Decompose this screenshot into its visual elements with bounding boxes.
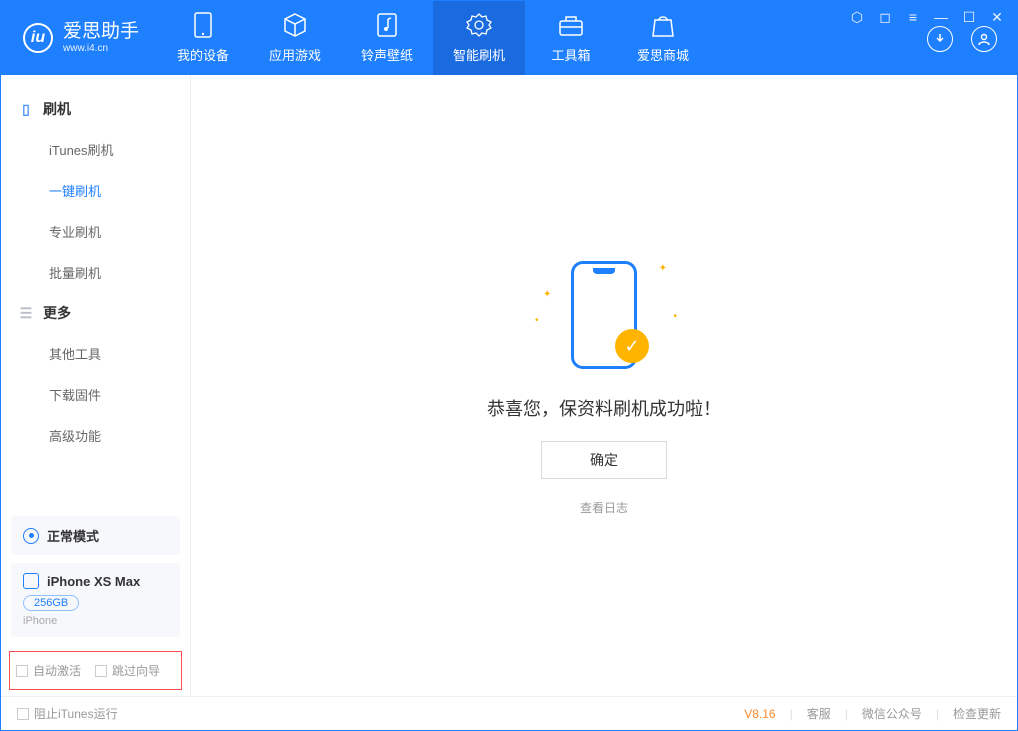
header-right	[927, 26, 1017, 64]
sparkle-icon: ✦	[543, 289, 551, 300]
device-name: iPhone XS Max	[47, 574, 140, 589]
logo-text: 爱思助手 www.i4.cn	[63, 22, 139, 54]
support-link[interactable]: 客服	[807, 705, 831, 722]
main-content: ✦ • ✦ • ✓ 恭喜您，保资料刷机成功啦！ 确定 查看日志	[191, 75, 1017, 696]
version-label: V8.16	[744, 707, 775, 721]
footer: 阻止iTunes运行 V8.16 | 客服 | 微信公众号 | 检查更新	[1, 696, 1017, 730]
mode-card[interactable]: 正常模式	[11, 516, 180, 555]
check-badge-icon: ✓	[615, 329, 649, 363]
sidebar-item-pro[interactable]: 专业刷机	[1, 211, 190, 252]
separator: |	[845, 707, 848, 721]
tab-label: 智能刷机	[453, 45, 505, 64]
sidebar: ▯ 刷机 iTunes刷机 一键刷机 专业刷机 批量刷机 ☰ 更多 其他工具 下…	[1, 75, 191, 696]
checkbox-block-itunes[interactable]: 阻止iTunes运行	[17, 705, 118, 722]
tab-label: 应用游戏	[269, 45, 321, 64]
lock-icon[interactable]: ◻	[877, 9, 893, 26]
menu-icon: ☰	[19, 305, 33, 322]
sparkle-icon: •	[673, 311, 677, 322]
app-window: iu 爱思助手 www.i4.cn 我的设备 应用游戏 铃声壁纸 智能刷机	[0, 0, 1018, 731]
sidebar-item-advanced[interactable]: 高级功能	[1, 415, 190, 456]
success-message: 恭喜您，保资料刷机成功啦！	[487, 395, 721, 421]
device-card[interactable]: iPhone XS Max 256GB iPhone	[11, 563, 180, 637]
sidebar-item-other[interactable]: 其他工具	[1, 333, 190, 374]
sidebar-main: ▯ 刷机 iTunes刷机 一键刷机 专业刷机 批量刷机 ☰ 更多 其他工具 下…	[1, 75, 190, 516]
toolbox-icon	[558, 12, 584, 38]
mode-icon	[23, 528, 39, 544]
group-title: 更多	[43, 303, 71, 323]
app-name-cn: 爱思助手	[63, 22, 139, 43]
gear-icon	[466, 12, 492, 38]
group-title: 刷机	[43, 99, 71, 119]
sidebar-group-flash: ▯ 刷机	[1, 89, 190, 129]
sidebar-item-itunes[interactable]: iTunes刷机	[1, 129, 190, 170]
tab-label: 爱思商城	[637, 45, 689, 64]
checkbox-label: 跳过向导	[112, 662, 160, 679]
bag-icon	[650, 12, 676, 38]
minimize-button[interactable]: ―	[933, 9, 949, 25]
checkbox-icon	[95, 665, 107, 677]
tab-toolbox[interactable]: 工具箱	[525, 1, 617, 75]
phone-icon: ▯	[19, 101, 33, 118]
storage-pill: 256GB	[23, 595, 79, 611]
titlebar-controls: ⬡ ◻ ≡ ― ☐ ✕	[849, 1, 1017, 26]
success-illustration: ✦ • ✦ • ✓	[529, 255, 679, 375]
tab-label: 我的设备	[177, 45, 229, 64]
tab-apps[interactable]: 应用游戏	[249, 1, 341, 75]
header: iu 爱思助手 www.i4.cn 我的设备 应用游戏 铃声壁纸 智能刷机	[1, 1, 1017, 75]
cube-icon	[282, 12, 308, 38]
update-link[interactable]: 检查更新	[953, 705, 1001, 722]
tab-label: 工具箱	[552, 45, 591, 64]
close-button[interactable]: ✕	[989, 9, 1005, 26]
tab-store[interactable]: 爱思商城	[617, 1, 709, 75]
user-button[interactable]	[971, 26, 997, 52]
separator: |	[790, 707, 793, 721]
device-icon	[23, 573, 39, 589]
maximize-button[interactable]: ☐	[961, 9, 977, 26]
device-icon	[190, 12, 216, 38]
checkbox-icon	[16, 665, 28, 677]
device-type: iPhone	[23, 615, 168, 627]
tab-my-device[interactable]: 我的设备	[157, 1, 249, 75]
sidebar-group-more: ☰ 更多	[1, 293, 190, 333]
download-button[interactable]	[927, 26, 953, 52]
menu-icon[interactable]: ≡	[905, 9, 921, 25]
checkbox-skip-guide[interactable]: 跳过向导	[95, 662, 160, 679]
wechat-link[interactable]: 微信公众号	[862, 705, 922, 722]
checkbox-label: 自动激活	[33, 662, 81, 679]
checkbox-icon	[17, 708, 29, 720]
ok-button[interactable]: 确定	[541, 441, 667, 479]
checkbox-label: 阻止iTunes运行	[34, 705, 118, 722]
tab-flash[interactable]: 智能刷机	[433, 1, 525, 75]
mode-label: 正常模式	[47, 526, 99, 545]
separator: |	[936, 707, 939, 721]
tab-label: 铃声壁纸	[361, 45, 413, 64]
sidebar-item-batch[interactable]: 批量刷机	[1, 252, 190, 293]
options-box: 自动激活 跳过向导	[9, 651, 182, 690]
sidebar-item-firmware[interactable]: 下载固件	[1, 374, 190, 415]
checkbox-auto-activate[interactable]: 自动激活	[16, 662, 81, 679]
sparkle-icon: ✦	[659, 263, 667, 274]
sidebar-cards: 正常模式 iPhone XS Max 256GB iPhone	[1, 516, 190, 645]
sparkle-icon: •	[535, 315, 539, 326]
logo-icon: iu	[23, 23, 53, 53]
shirt-icon[interactable]: ⬡	[849, 9, 865, 26]
sidebar-item-oneclick[interactable]: 一键刷机	[1, 170, 190, 211]
music-icon	[374, 12, 400, 38]
app-name-en: www.i4.cn	[63, 43, 139, 54]
top-tabs: 我的设备 应用游戏 铃声壁纸 智能刷机 工具箱 爱思商城	[157, 1, 849, 75]
view-log-link[interactable]: 查看日志	[580, 499, 628, 516]
body: ▯ 刷机 iTunes刷机 一键刷机 专业刷机 批量刷机 ☰ 更多 其他工具 下…	[1, 75, 1017, 696]
tab-ringtones[interactable]: 铃声壁纸	[341, 1, 433, 75]
logo: iu 爱思助手 www.i4.cn	[1, 1, 157, 75]
